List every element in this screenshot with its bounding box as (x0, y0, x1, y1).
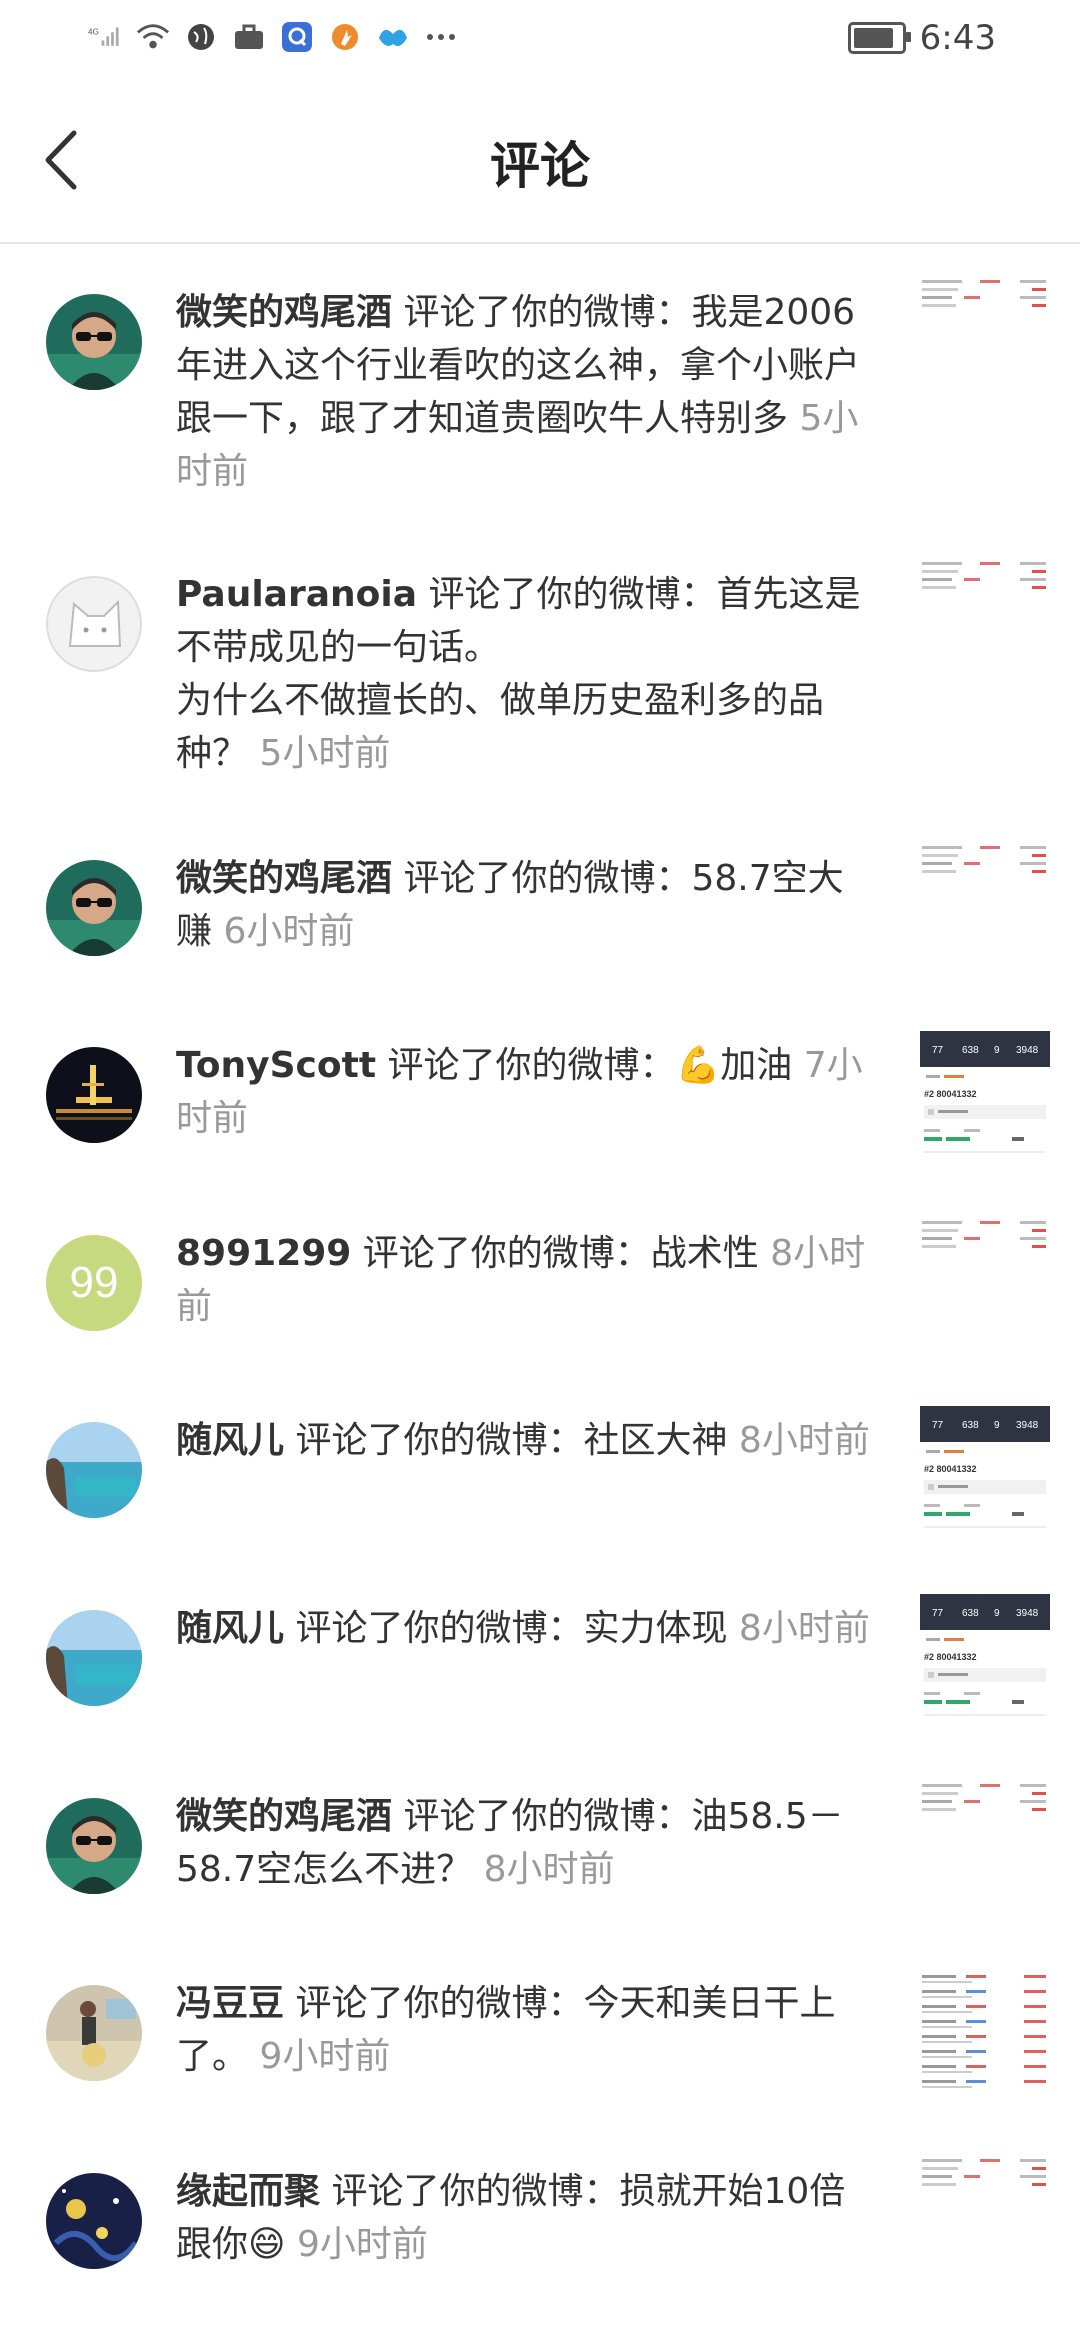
avatar[interactable] (46, 1610, 142, 1706)
commenter-name[interactable]: 微笑的鸡尾酒 (176, 1796, 392, 1837)
post-thumbnail[interactable] (920, 1782, 1050, 1822)
svg-text:#2 80041332: #2 80041332 (924, 1652, 977, 1662)
commenter-name[interactable]: Paularanoia (176, 574, 417, 615)
avatar[interactable] (46, 1985, 142, 2081)
post-thumbnail[interactable] (920, 278, 1050, 318)
svg-text:77: 77 (932, 1608, 944, 1619)
comment-action: 评论了你的微博： (284, 1983, 584, 2024)
commenter-name[interactable]: 微笑的鸡尾酒 (176, 858, 392, 899)
comment-body: 战术性 (650, 1233, 771, 1274)
app-q-icon (280, 20, 314, 54)
svg-text:#2 80041332: #2 80041332 (924, 1464, 977, 1474)
signal-icon: 4G (88, 20, 122, 54)
commenter-name[interactable]: 随风儿 (176, 1608, 284, 1649)
comment-action: 评论了你的微博： (284, 1420, 584, 1461)
svg-text:638: 638 (962, 1045, 979, 1056)
post-thumbnail[interactable] (920, 844, 1050, 884)
comment-text[interactable]: 冯豆豆 评论了你的微博：今天和美日干上了。 9小时前 (176, 1977, 876, 2083)
comment-text[interactable]: 随风儿 评论了你的微博：实力体现 8小时前 (176, 1602, 876, 1655)
comment-text[interactable]: 微笑的鸡尾酒 评论了你的微博：58.7空大赚 6小时前 (176, 852, 876, 958)
comment-action: 评论了你的微博： (392, 858, 692, 899)
post-thumbnail[interactable] (920, 1969, 1050, 2103)
app-bird-icon (376, 20, 410, 54)
commenter-name[interactable]: 缘起而聚 (176, 2171, 320, 2212)
comment-time: 8小时前 (738, 1420, 870, 1461)
globe-icon (184, 20, 218, 54)
commenter-name[interactable]: 8991299 (176, 1233, 351, 1274)
comment-text[interactable]: 微笑的鸡尾酒 评论了你的微博：油58.5－58.7空怎么不进？ 8小时前 (176, 1790, 876, 1896)
comment-action: 评论了你的微博： (392, 292, 692, 333)
svg-text:3948: 3948 (1016, 1608, 1039, 1619)
comment-time: 6小时前 (223, 911, 355, 952)
app-flame-icon (328, 20, 362, 54)
comment-time: 8小时前 (483, 1849, 615, 1890)
avatar[interactable] (46, 2173, 142, 2269)
comment-action: 评论了你的微博： (320, 2171, 620, 2212)
status-bar: 4G 6:43 (0, 0, 1080, 80)
commenter-name[interactable]: 随风儿 (176, 1420, 284, 1461)
network-type: 4G (88, 27, 99, 36)
post-thumbnail[interactable]: 77 638 9 3948 #2 80041332 (920, 1594, 1050, 1728)
svg-text:9: 9 (994, 1045, 1000, 1056)
svg-text:638: 638 (962, 1420, 979, 1431)
avatar[interactable] (46, 860, 142, 956)
post-thumbnail[interactable] (920, 1219, 1050, 1259)
post-thumbnail[interactable]: 77 638 9 3948 #2 80041332 (920, 1031, 1050, 1165)
svg-text:3948: 3948 (1016, 1045, 1039, 1056)
more-notifications-icon (424, 20, 458, 54)
briefcase-icon (232, 20, 266, 54)
svg-text:9: 9 (994, 1608, 1000, 1619)
battery-icon (847, 22, 911, 54)
post-thumbnail[interactable] (920, 2157, 1050, 2197)
avatar[interactable] (46, 1422, 142, 1518)
nav-bar: 评论 (0, 80, 1080, 244)
comment-text[interactable]: Paularanoia 评论了你的微博：首先这是不带成见的一句话。 为什么不做擅… (176, 568, 876, 780)
comment-time: 5小时前 (259, 733, 391, 774)
avatar[interactable]: 99 (46, 1235, 142, 1331)
svg-text:3948: 3948 (1016, 1420, 1039, 1431)
comment-text[interactable]: TonyScott 评论了你的微博：💪加油 7小时前 (176, 1039, 876, 1145)
comment-text[interactable]: 随风儿 评论了你的微博：社区大神 8小时前 (176, 1414, 876, 1467)
comment-text[interactable]: 缘起而聚 评论了你的微博：损就开始10倍跟你😄 9小时前 (176, 2165, 876, 2271)
comment-time: 9小时前 (296, 2224, 428, 2265)
post-thumbnail[interactable]: 77 638 9 3948 #2 80041332 (920, 1406, 1050, 1540)
comment-action: 评论了你的微博： (392, 1796, 692, 1837)
clock: 6:43 (919, 18, 996, 58)
wifi-icon (136, 20, 170, 54)
comment-action: 评论了你的微博： (417, 574, 717, 615)
svg-text:9: 9 (994, 1420, 1000, 1431)
avatar[interactable] (46, 1798, 142, 1894)
comment-text[interactable]: 微笑的鸡尾酒 评论了你的微博：我是2006年进入这个行业看吹的这么神，拿个小账户… (176, 286, 876, 498)
avatar-label: 99 (70, 1258, 119, 1307)
commenter-name[interactable]: 冯豆豆 (176, 1983, 284, 2024)
comment-time: 8小时前 (738, 1608, 870, 1649)
comment-text[interactable]: 8991299 评论了你的微博：战术性 8小时前 (176, 1227, 876, 1333)
page-title: 评论 (490, 137, 590, 195)
comment-action: 评论了你的微博： (376, 1045, 676, 1086)
svg-text:77: 77 (932, 1045, 944, 1056)
svg-text:#2 80041332: #2 80041332 (924, 1089, 977, 1099)
comment-action: 评论了你的微博： (351, 1233, 651, 1274)
comment-time: 9小时前 (259, 2036, 391, 2077)
commenter-name[interactable]: 微笑的鸡尾酒 (176, 292, 392, 333)
svg-text:638: 638 (962, 1608, 979, 1619)
svg-text:77: 77 (932, 1420, 944, 1431)
comment-action: 评论了你的微博： (284, 1608, 584, 1649)
commenter-name[interactable]: TonyScott (176, 1045, 376, 1086)
avatar[interactable] (46, 294, 142, 390)
post-thumbnail[interactable] (920, 560, 1050, 600)
avatar[interactable] (46, 576, 142, 672)
avatar[interactable] (46, 1047, 142, 1143)
comment-body: 💪加油 (675, 1045, 804, 1086)
comment-body: 实力体现 (583, 1608, 739, 1649)
comment-body: 社区大神 (583, 1420, 739, 1461)
